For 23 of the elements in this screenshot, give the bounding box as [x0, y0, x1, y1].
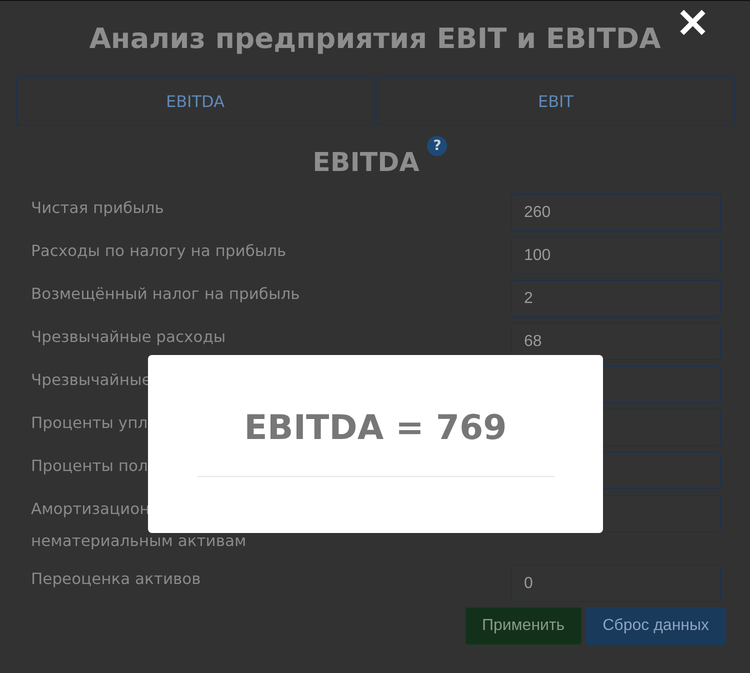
help-icon[interactable]: ?: [427, 136, 448, 156]
reset-button[interactable]: Сброс данных: [586, 607, 726, 645]
field-label: Проценты упл: [31, 413, 148, 434]
page-title: Анализ предприятия EBIT и EBITDA: [89, 21, 661, 57]
section-heading: EBITDA: [312, 148, 420, 178]
tab[interactable]: EBIT: [376, 76, 735, 126]
input-field[interactable]: 2: [511, 280, 721, 317]
field-label: Чистая прибыль: [31, 198, 164, 219]
field-label: Расходы по налогу на прибыль: [31, 241, 286, 262]
field-label: Переоценка активов: [31, 569, 201, 590]
tab[interactable]: EBITDA: [16, 76, 374, 126]
input-field[interactable]: 0: [511, 565, 721, 602]
field-label: Возмещённый налог на прибыль: [31, 284, 300, 305]
input-field[interactable]: 100: [511, 237, 721, 274]
apply-button[interactable]: Применить: [464, 607, 582, 645]
field-label: Чрезвычайные расходы: [31, 327, 226, 348]
field-label: Амортизацион нематериальным активам: [31, 499, 246, 552]
input-field[interactable]: 260: [511, 194, 721, 231]
result-text: EBITDA = 769: [244, 407, 507, 450]
field-label: Чрезвычайные: [31, 370, 152, 391]
field-label: Проценты пол: [31, 456, 148, 477]
input-field[interactable]: 68: [511, 323, 721, 360]
close-button[interactable]: ✕: [676, 1, 710, 47]
